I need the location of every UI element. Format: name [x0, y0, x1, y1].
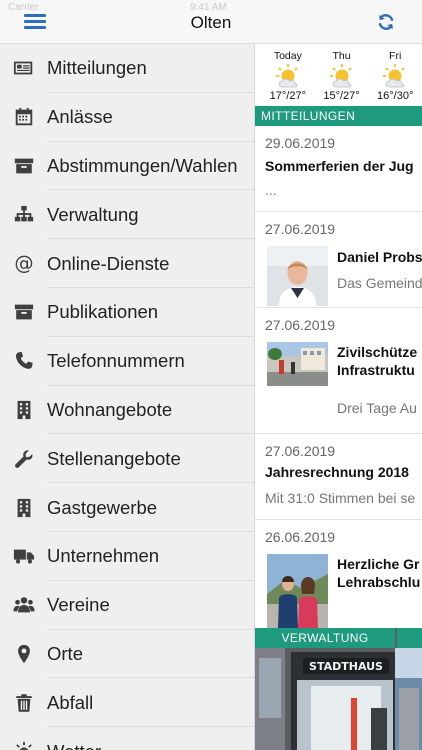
sidebar-item-label: Abfall — [47, 691, 94, 713]
partly-sunny-icon — [383, 64, 405, 88]
building-icon — [0, 399, 47, 421]
sidebar-item-label: Anlässe — [47, 106, 113, 128]
sidebar-item-online-dienste[interactable]: @ Online-Dienste — [0, 239, 254, 288]
nav-bar: Carrier 9:41 AM Olten — [0, 0, 422, 44]
svg-text:@: @ — [14, 253, 33, 275]
sidebar-item-label: Verwaltung — [47, 203, 139, 225]
map-marker-icon — [0, 643, 47, 665]
section-header-admin: VERWALTUNG — [255, 628, 395, 648]
calendar-icon — [0, 106, 47, 128]
sidebar-item-wohnangebote[interactable]: Wohnangebote — [0, 386, 254, 435]
sidebar-item-verwaltung[interactable]: Verwaltung — [0, 190, 254, 239]
news-title: Zivilschütze — [337, 344, 418, 360]
clock-label: 9:41 AM — [190, 2, 227, 13]
newspaper-icon — [0, 57, 47, 79]
wrench-icon — [0, 448, 47, 470]
news-date: 29.06.2019 — [265, 135, 336, 151]
at-sign-icon: @ — [0, 253, 47, 275]
sidebar-item-orte[interactable]: Orte — [0, 630, 254, 679]
news-date: 27.06.2019 — [265, 443, 336, 459]
partly-sunny-icon — [329, 64, 352, 88]
sidebar-item-telefonnummern[interactable]: Telefonnummern — [0, 337, 254, 386]
refresh-icon[interactable] — [376, 12, 396, 32]
news-item[interactable]: 29.06.2019 Sommerferien der Jug ... — [255, 126, 422, 212]
section-header-next — [397, 628, 422, 648]
sidebar-item-label: Orte — [47, 642, 83, 664]
truck-icon — [0, 545, 47, 567]
news-item[interactable]: 27.06.2019 Daniel Probs Das Gemeind — [255, 212, 422, 308]
trash-icon — [0, 692, 47, 714]
sidebar-item-label: Publikationen — [47, 301, 159, 323]
sidebar-item-unternehmen[interactable]: Unternehmen — [0, 532, 254, 581]
partly-sunny-icon — [275, 64, 298, 88]
weather-temp: 16°/30° — [377, 90, 414, 102]
news-date: 27.06.2019 — [265, 221, 336, 237]
org-chart-icon — [0, 204, 47, 226]
news-title: Sommerferien der Jug — [265, 158, 414, 174]
archive-box-icon — [0, 301, 47, 323]
news-title: Daniel Probs — [337, 249, 422, 265]
news-date: 26.06.2019 — [265, 529, 336, 545]
sidebar-item-label: Wetter — [47, 741, 101, 750]
home-content[interactable]: Today 17°/27° Thu 15°/27° Fri 16°/30° MI… — [255, 44, 422, 750]
news-title-line2: Lehrabschlu — [337, 574, 421, 590]
app-screen: Carrier 9:41 AM Olten Mitteilungen Anläs… — [0, 0, 422, 750]
sidebar-item-gastgewerbe[interactable]: Gastgewerbe — [0, 483, 254, 532]
news-item[interactable]: 26.06.2019 Herzliche Gr Lehrabschlu — [255, 520, 422, 628]
weather-day: Thu 15°/27° — [315, 44, 369, 106]
news-date: 27.06.2019 — [265, 317, 336, 333]
news-thumbnail — [267, 342, 328, 386]
news-snippet: Drei Tage Au — [337, 400, 417, 416]
weather-day: Today 17°/27° — [261, 44, 315, 106]
sidebar-item-label: Vereine — [47, 594, 110, 616]
news-title: Herzliche Gr — [337, 556, 420, 572]
sidebar-item-anlaesse[interactable]: Anlässe — [0, 93, 254, 142]
news-title: Jahresrechnung 2018 — [265, 464, 409, 480]
sun-icon — [0, 741, 47, 750]
weather-strip[interactable]: Today 17°/27° Thu 15°/27° Fri 16°/30° — [255, 44, 422, 106]
weather-day-label: Today — [273, 50, 302, 62]
sidebar-item-abstimmungen[interactable]: Abstimmungen/Wahlen — [0, 142, 254, 191]
weather-temp: 15°/27° — [323, 90, 360, 102]
archive-box-icon — [0, 155, 47, 177]
news-snippet: ... — [265, 182, 277, 198]
news-thumbnail — [267, 554, 328, 628]
sidebar-item-label: Telefonnummern — [47, 350, 185, 372]
news-item[interactable]: 27.06.2019 Zivilschütze Infrastruktu Dre… — [255, 308, 422, 434]
admin-tiles[interactable]: STADTHAUS VERWALTUNG — [255, 628, 422, 750]
sidebar-item-label: Mitteilungen — [47, 57, 147, 79]
news-item[interactable]: 27.06.2019 Jahresrechnung 2018 Mit 31:0 … — [255, 434, 422, 520]
sidebar-item-stellenangebote[interactable]: Stellenangebote — [0, 434, 254, 483]
sidebar-item-wetter[interactable]: Wetter — [0, 727, 254, 750]
weather-temp: 17°/27° — [269, 90, 306, 102]
news-snippet: Mit 31:0 Stimmen bei se — [265, 490, 416, 506]
sidebar-item-abfall[interactable]: Abfall — [0, 678, 254, 727]
section-header-news: MITTEILUNGEN — [255, 106, 422, 126]
stadthaus-sign-text: STADTHAUS — [309, 660, 383, 673]
users-icon — [0, 594, 47, 616]
news-snippet: Das Gemeind — [337, 275, 422, 291]
sidebar-item-label: Wohnangebote — [47, 398, 173, 420]
sidebar-item-label: Online-Dienste — [47, 252, 170, 274]
phone-icon — [0, 350, 47, 372]
weather-day: Fri 16°/30° — [368, 44, 422, 106]
sidebar-item-label: Stellenangebote — [47, 447, 181, 469]
sidebar-item-vereine[interactable]: Vereine — [0, 581, 254, 630]
weather-day-label: Thu — [332, 50, 351, 62]
weather-day-label: Fri — [389, 50, 402, 62]
sidebar-item-label: Abstimmungen/Wahlen — [47, 154, 238, 176]
sidebar-item-publikationen[interactable]: Publikationen — [0, 288, 254, 337]
news-title-line2: Infrastruktu — [337, 362, 415, 378]
building-icon — [0, 497, 47, 519]
sidebar-item-label: Unternehmen — [47, 545, 160, 567]
news-thumbnail — [267, 246, 328, 306]
page-title: Olten — [190, 13, 232, 32]
carrier-label: Carrier — [8, 2, 39, 13]
sidebar-item-mitteilungen[interactable]: Mitteilungen — [0, 44, 254, 93]
sidebar-menu: Mitteilungen Anlässe Abstimmungen/Wahlen… — [0, 44, 255, 750]
sidebar-item-label: Gastgewerbe — [47, 496, 158, 518]
